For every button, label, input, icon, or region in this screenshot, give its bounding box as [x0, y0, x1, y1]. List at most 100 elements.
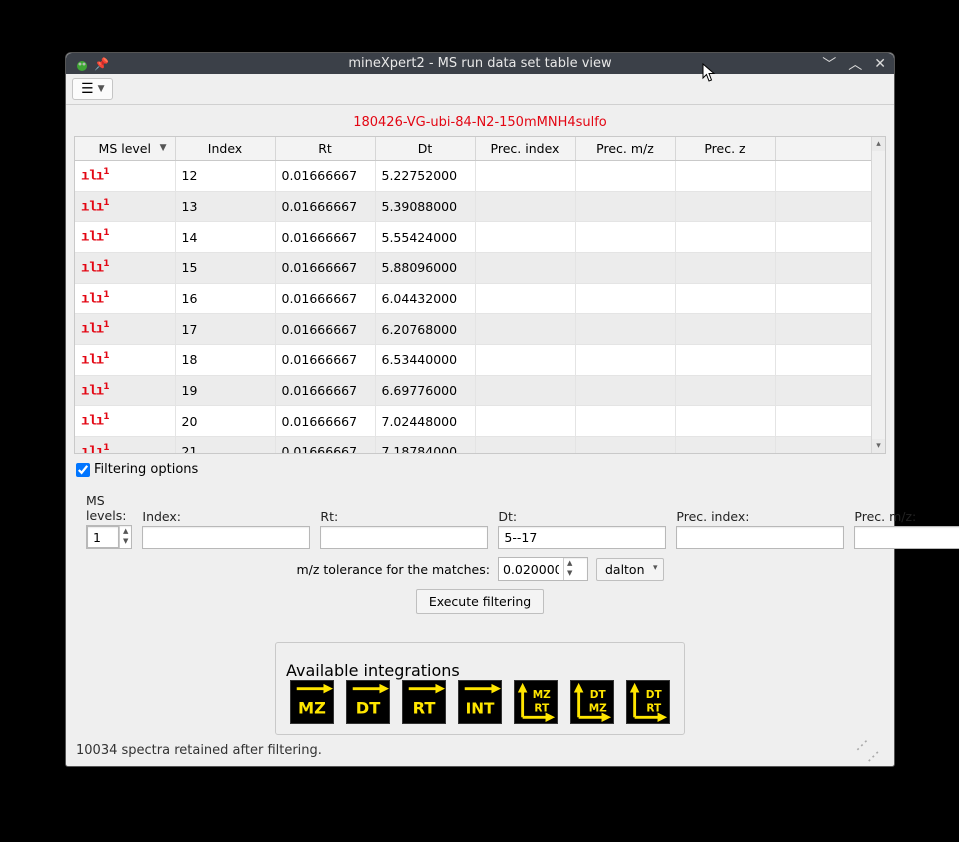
sort-indicator-icon: ▼: [160, 143, 167, 153]
cell-prec-index: [475, 375, 575, 406]
scroll-down-icon[interactable]: ▾: [872, 439, 885, 453]
col-prec-index[interactable]: Prec. index: [475, 137, 575, 161]
tolerance-unit-combo[interactable]: dalton: [596, 558, 664, 581]
svg-text:MZ: MZ: [589, 703, 607, 715]
svg-text:DT: DT: [590, 689, 607, 701]
app-icon: [74, 56, 90, 72]
filter-options-checkbox[interactable]: Filtering options: [76, 462, 884, 477]
cell-dt: 7.02448000: [375, 406, 475, 437]
execute-filtering-button[interactable]: Execute filtering: [416, 589, 544, 614]
dt-filter-label: Dt:: [498, 509, 666, 524]
cell-prec-mz: [575, 161, 675, 191]
col-prec-mz[interactable]: Prec. m/z: [575, 137, 675, 161]
hamburger-menu-button[interactable]: ☰ ▼: [72, 78, 113, 100]
prec-index-filter-input[interactable]: [676, 526, 844, 549]
table-row[interactable]: ılı1150.016666675.88096000: [75, 252, 885, 283]
svg-text:DT: DT: [646, 689, 663, 701]
cell-index: 21: [175, 436, 275, 453]
table-row[interactable]: ılı1160.016666676.04432000: [75, 283, 885, 314]
spectrum-icon: ılı1: [81, 290, 108, 308]
cell-index: 17: [175, 314, 275, 345]
tolerance-spinner[interactable]: ▲▼: [498, 557, 588, 581]
col-prec-z[interactable]: Prec. z: [675, 137, 775, 161]
cell-prec-mz: [575, 344, 675, 375]
filter-checkbox-label: Filtering options: [94, 462, 198, 477]
cell-prec-index: [475, 191, 575, 222]
maximize-button[interactable]: ︿: [848, 54, 862, 74]
integration-dt-mz-button[interactable]: DT MZ: [570, 680, 614, 724]
cell-prec-z: [675, 406, 775, 437]
table-row[interactable]: ılı1180.016666676.53440000: [75, 344, 885, 375]
rt-filter-label: Rt:: [320, 509, 488, 524]
filter-checkbox-input[interactable]: [76, 463, 90, 477]
cell-dt: 5.22752000: [375, 161, 475, 191]
table-header-row: MS level▼ Index Rt Dt Prec. index Prec. …: [75, 137, 885, 161]
cell-prec-index: [475, 283, 575, 314]
cell-prec-z: [675, 222, 775, 253]
spinner-up-icon[interactable]: ▲: [120, 526, 131, 536]
col-dt[interactable]: Dt: [375, 137, 475, 161]
integration-int-button[interactable]: INT: [458, 680, 502, 724]
cell-index: 20: [175, 406, 275, 437]
table-row[interactable]: ılı1140.016666675.55424000: [75, 222, 885, 253]
spectrum-icon: ılı1: [81, 320, 108, 338]
table-row[interactable]: ılı1130.016666675.39088000: [75, 191, 885, 222]
col-ms-level[interactable]: MS level▼: [75, 137, 175, 161]
cell-prec-z: [675, 283, 775, 314]
cell-prec-z: [675, 252, 775, 283]
prec-mz-filter-label: Prec. m/z:: [854, 509, 959, 524]
col-index[interactable]: Index: [175, 137, 275, 161]
window-frame: 📌 mineXpert2 - MS run data set table vie…: [65, 52, 895, 767]
scroll-up-icon[interactable]: ▴: [872, 137, 885, 151]
integration-dt-rt-button[interactable]: DTRT: [626, 680, 670, 724]
close-button[interactable]: ✕: [874, 56, 886, 72]
titlebar[interactable]: 📌 mineXpert2 - MS run data set table vie…: [66, 53, 894, 74]
col-rt[interactable]: Rt: [275, 137, 375, 161]
ms-levels-input[interactable]: [87, 526, 119, 548]
cell-rt: 0.01666667: [275, 222, 375, 253]
dataset-name: 180426-VG-ubi-84-N2-150mMNH4sulfo: [66, 105, 894, 136]
cell-rt: 0.01666667: [275, 191, 375, 222]
tolerance-input[interactable]: [499, 558, 563, 580]
cell-prec-index: [475, 252, 575, 283]
minimize-button[interactable]: ﹀: [822, 54, 836, 74]
cell-prec-mz: [575, 222, 675, 253]
integration-dt-button[interactable]: DT: [346, 680, 390, 724]
table-row[interactable]: ılı1200.016666677.02448000: [75, 406, 885, 437]
spectrum-icon: ılı1: [81, 167, 108, 185]
index-filter-input[interactable]: [142, 526, 310, 549]
rt-filter-input[interactable]: [320, 526, 488, 549]
integrations-group: Available integrations MZDTRTINTMZRTDTMZ…: [275, 642, 685, 735]
svg-text:INT: INT: [466, 699, 495, 717]
table-row[interactable]: ılı1210.016666677.18784000: [75, 436, 885, 453]
ms-levels-spinner[interactable]: ▲▼: [86, 525, 132, 549]
spectrum-icon: ılı1: [81, 351, 108, 369]
integration-mz-button[interactable]: MZ: [290, 680, 334, 724]
cell-prec-mz: [575, 436, 675, 453]
cell-dt: 5.39088000: [375, 191, 475, 222]
resize-grip-icon[interactable]: ⋮⋮: [850, 732, 886, 768]
tolerance-label: m/z tolerance for the matches:: [296, 562, 490, 577]
tol-spinner-down-icon[interactable]: ▼: [564, 568, 575, 578]
svg-text:MZ: MZ: [298, 698, 326, 717]
integration-mz-rt-button[interactable]: MZRT: [514, 680, 558, 724]
cell-index: 16: [175, 283, 275, 314]
pin-icon[interactable]: 📌: [94, 57, 109, 71]
toolbar: ☰ ▼: [66, 74, 894, 105]
cell-rt: 0.01666667: [275, 252, 375, 283]
table-row[interactable]: ılı1170.016666676.20768000: [75, 314, 885, 345]
cell-prec-mz: [575, 406, 675, 437]
table-row[interactable]: ılı1190.016666676.69776000: [75, 375, 885, 406]
cell-index: 12: [175, 161, 275, 191]
dt-filter-input[interactable]: [498, 526, 666, 549]
table-scrollbar[interactable]: ▴ ▾: [871, 137, 885, 453]
table-row[interactable]: ılı1120.016666675.22752000: [75, 161, 885, 191]
integration-rt-button[interactable]: RT: [402, 680, 446, 724]
tol-spinner-up-icon[interactable]: ▲: [564, 558, 575, 568]
cell-rt: 0.01666667: [275, 283, 375, 314]
filter-panel: MS levels: ▲▼ Index: Rt: Dt: Prec. index…: [76, 481, 884, 624]
cell-index: 19: [175, 375, 275, 406]
status-text: 10034 spectra retained after filtering.: [76, 743, 322, 758]
spinner-down-icon[interactable]: ▼: [120, 536, 131, 546]
prec-mz-filter-input[interactable]: [854, 526, 959, 549]
